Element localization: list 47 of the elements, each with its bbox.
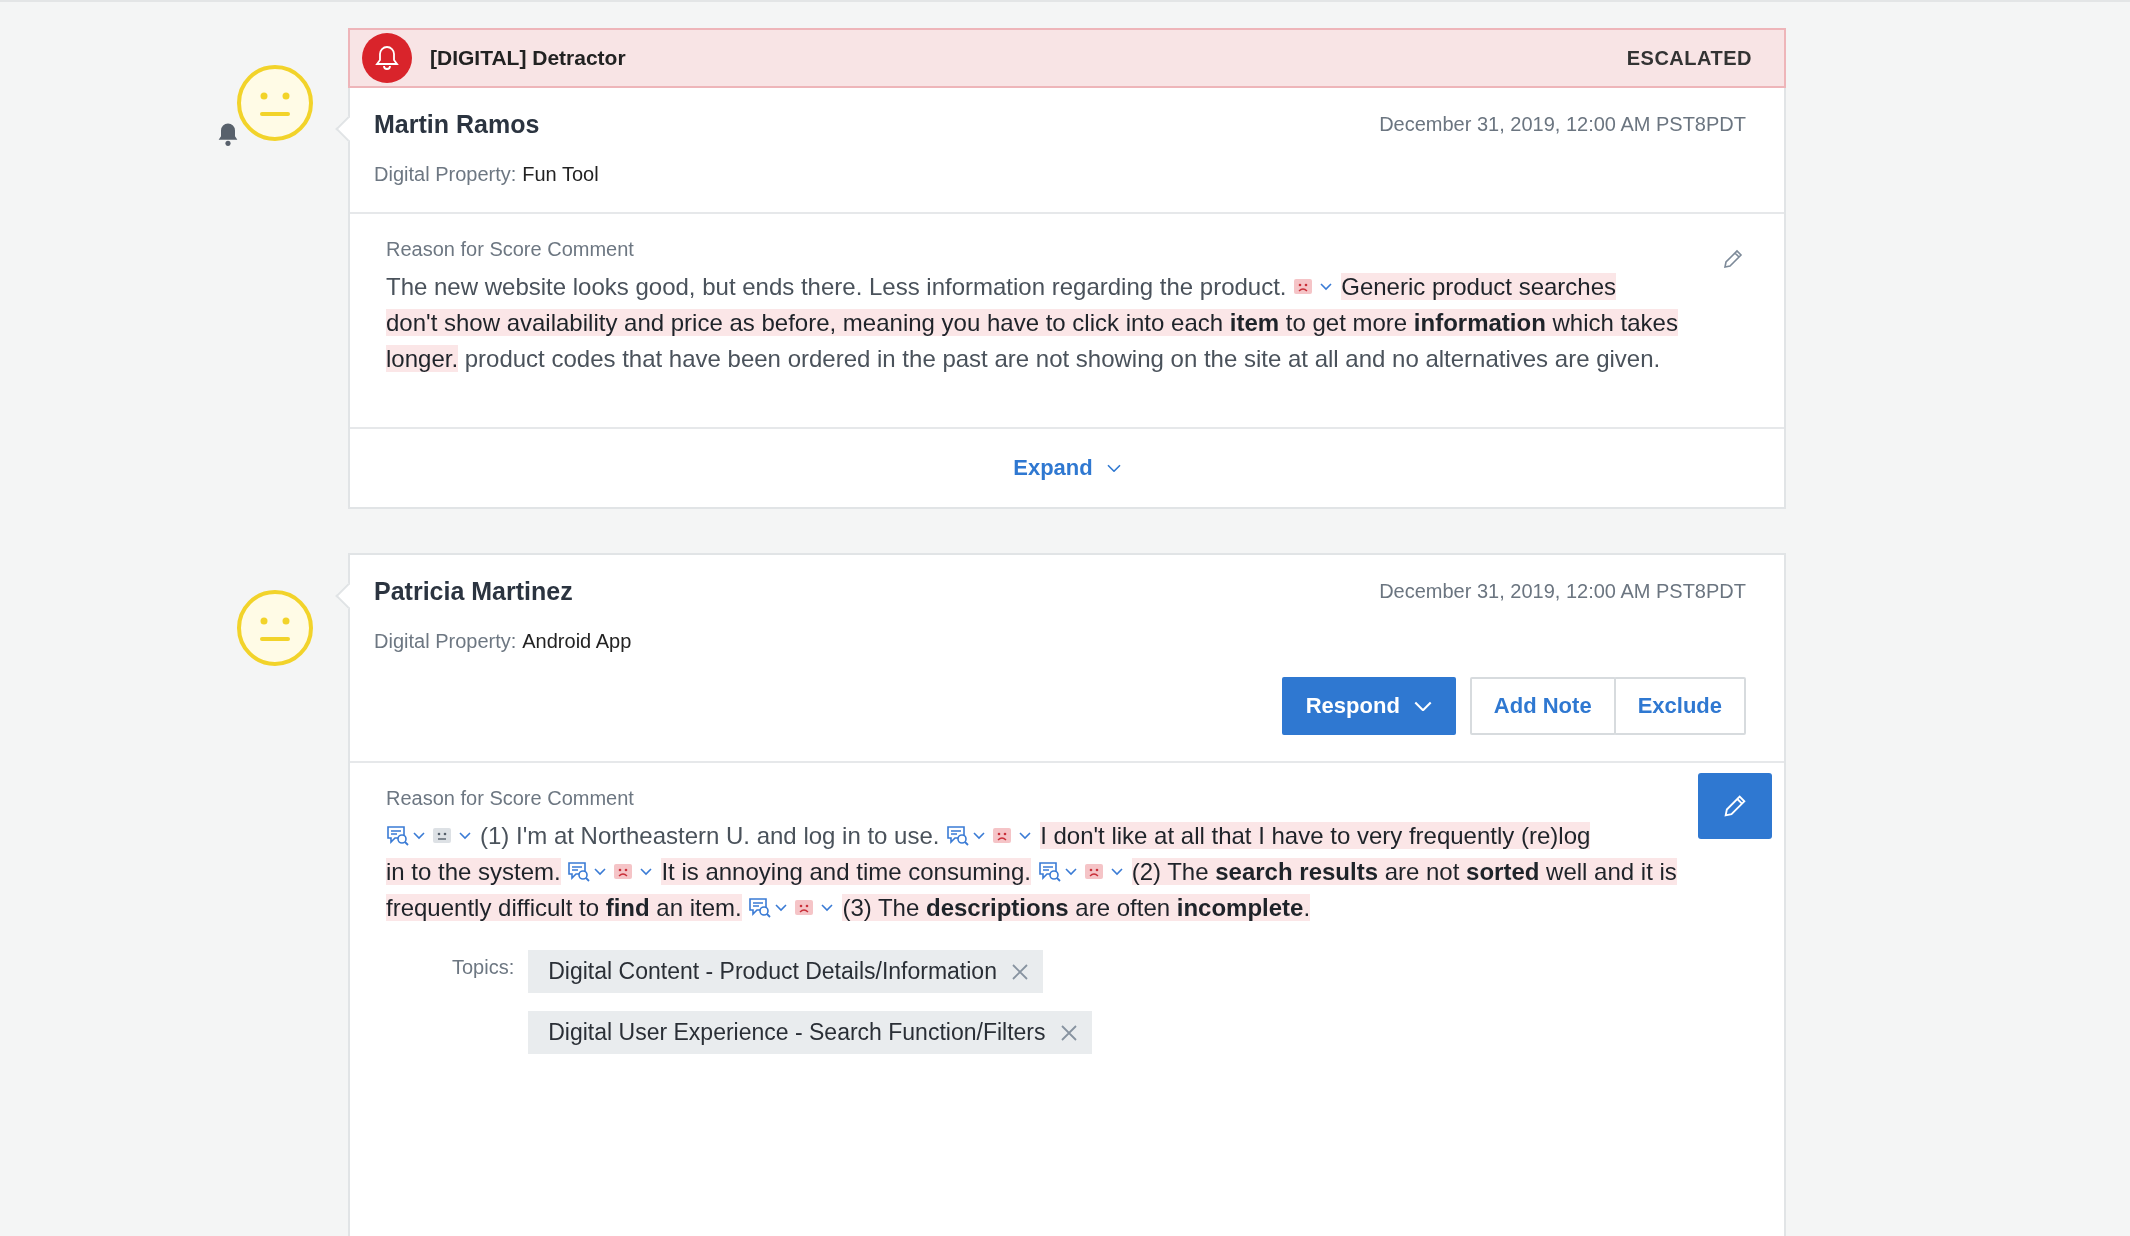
neutral-face-icon	[236, 589, 314, 667]
highlighted-sentence: I don't like at all that I have to very frequently (re)log	[1040, 822, 1591, 849]
topic-name: Digital Content - Product Details/Information	[548, 958, 997, 985]
highlighted-sentence: longer.	[386, 345, 459, 372]
neutral-face-menu-icon[interactable]	[432, 826, 474, 846]
close-icon[interactable]	[1010, 962, 1029, 981]
highlighted-sentence: It is annoying and time consuming.	[661, 858, 1031, 885]
date-text: December 31, 2019, 12:00 AM PST8PDT	[1379, 113, 1746, 136]
comment-sentence: The new website looks good, but ends there. Less information regarding the product.	[386, 273, 1287, 300]
chevron-down-icon	[1413, 700, 1432, 712]
topic-search-menu-icon[interactable]	[946, 825, 987, 847]
comment-label: Reason for Score Comment	[386, 787, 634, 810]
customer-name: Patricia Martinez	[374, 577, 573, 606]
status-label: ESCALATED	[1626, 46, 1752, 70]
topic-search-menu-icon[interactable]	[386, 825, 426, 847]
action-button[interactable]: Add Note	[1469, 677, 1616, 735]
topic-search-menu-icon[interactable]	[1037, 861, 1078, 883]
comment-sentence: product codes that have been ordered in the past are not showing on the site at all and no alternatives are given.	[464, 345, 1661, 372]
expand-button[interactable]: Expand	[1007, 454, 1127, 482]
topic-search-menu-icon[interactable]	[748, 897, 789, 919]
property-value: Android App	[522, 630, 632, 653]
topics-label: Topics:	[452, 955, 515, 980]
property-label: Digital Property:	[374, 630, 517, 653]
chevron-down-icon	[1106, 463, 1121, 473]
sad-face-menu-icon[interactable]	[1083, 862, 1126, 882]
action-button[interactable]: Respond	[1281, 677, 1456, 735]
highlighted-sentence: (2) The search results are not sorted well and it is	[1131, 858, 1677, 885]
pencil-icon	[1721, 247, 1745, 271]
alert-title: [DIGITAL] Detractor	[430, 46, 627, 70]
comment-sentence: (1) I'm at Northeastern U. and log in to use.	[480, 822, 940, 849]
highlighted-sentence: don't show availability and price as before, meaning you have to click into each item to get more information which takes	[386, 309, 1678, 336]
topic-search-menu-icon[interactable]	[567, 861, 608, 883]
edit-button[interactable]	[1698, 773, 1772, 839]
bell-icon	[362, 33, 412, 83]
highlighted-sentence: Generic product searches	[1341, 273, 1617, 300]
action-button[interactable]: Exclude	[1613, 677, 1746, 735]
highlighted-sentence: frequently difficult to find an item.	[386, 894, 742, 921]
close-icon[interactable]	[1059, 1023, 1078, 1042]
highlighted-sentence: (3) The descriptions are often incomplete.	[842, 894, 1311, 921]
property-value: Fun Tool	[522, 163, 599, 186]
date-text: December 31, 2019, 12:00 AM PST8PDT	[1379, 580, 1746, 603]
customer-name: Martin Ramos	[374, 110, 540, 139]
comment-label: Reason for Score Comment	[386, 238, 634, 261]
neutral-face-icon	[236, 64, 314, 142]
property-label: Digital Property:	[374, 163, 517, 186]
highlighted-sentence: in to the system.	[386, 858, 561, 885]
topic-name: Digital User Experience - Search Function/Filters	[548, 1019, 1046, 1046]
